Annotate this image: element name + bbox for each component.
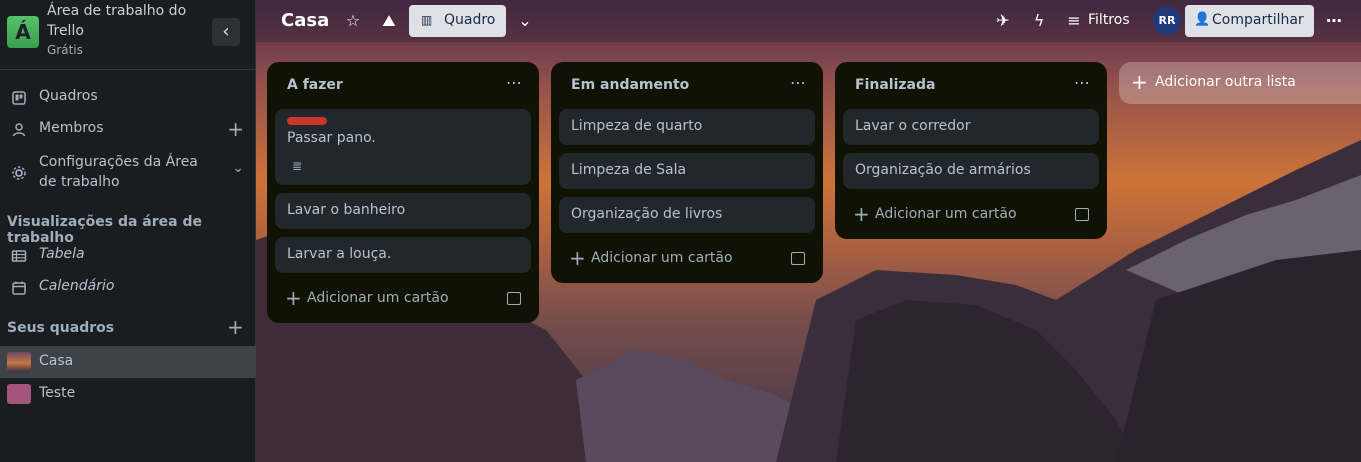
table-icon	[11, 250, 27, 262]
add-member-icon[interactable]: +	[227, 117, 244, 141]
plus-icon: +	[285, 286, 302, 310]
list-title[interactable]: A fazer	[287, 77, 343, 93]
add-card-label: Adicionar um cartão	[591, 250, 733, 266]
card-template-icon[interactable]	[1075, 208, 1089, 221]
sidebar-board-teste[interactable]: Teste	[0, 378, 256, 410]
board-thumbnail	[7, 384, 31, 404]
card[interactable]: Lavar o corredor	[843, 109, 1099, 145]
filters-button[interactable]: Filtros	[1088, 12, 1130, 28]
sidebar-item-label: Configurações da Área de trabalho	[39, 154, 198, 190]
sidebar-item-membros[interactable]: Membros +	[0, 114, 256, 146]
card-label-red[interactable]	[287, 117, 327, 125]
person-icon: 👤	[1194, 12, 1211, 27]
view-switch-button[interactable]: ▥ Quadro	[409, 5, 506, 37]
sidebar-item-calendario[interactable]: Calendário	[0, 272, 256, 304]
card-title: Lavar o banheiro	[287, 202, 406, 218]
card-title: Limpeza de Sala	[571, 162, 687, 178]
card[interactable]: Limpeza de Sala	[559, 153, 815, 189]
card[interactable]: Lavar o banheiro	[275, 193, 531, 229]
chevron-down-icon[interactable]: ⌄	[514, 10, 536, 32]
card-title: Larvar a louça.	[287, 246, 392, 262]
board-label: Casa	[39, 353, 74, 369]
card-title: Organização de armários	[855, 162, 1031, 178]
collapse-sidebar-button[interactable]: ‹	[212, 18, 240, 46]
list-menu-icon[interactable]: ⋯	[506, 73, 523, 92]
chevron-left-icon: ‹	[222, 21, 230, 42]
chevron-down-icon[interactable]: ⌄	[232, 160, 244, 176]
board-title[interactable]: Casa	[281, 10, 329, 31]
add-board-icon[interactable]: +	[227, 315, 244, 339]
share-button[interactable]: 👤 Compartilhar	[1185, 5, 1314, 37]
card-title: Limpeza de quarto	[571, 118, 703, 134]
boards-section-title: Seus quadros	[7, 320, 115, 336]
sidebar-item-label: Calendário	[39, 278, 115, 294]
sidebar-item-tabela[interactable]: Tabela	[0, 240, 256, 272]
plus-icon: +	[569, 246, 586, 270]
card-title: Lavar o corredor	[855, 118, 971, 134]
card-template-icon[interactable]	[507, 292, 521, 305]
list-title[interactable]: Em andamento	[571, 77, 689, 93]
card-title: Organização de livros	[571, 206, 723, 222]
card[interactable]: Limpeza de quarto	[559, 109, 815, 145]
list-em-andamento: Em andamento ⋯ Limpeza de quarto Limpeza…	[551, 62, 823, 283]
board-thumbnail	[7, 352, 31, 372]
card[interactable]: Organização de armários	[843, 153, 1099, 189]
workspace-visible-icon[interactable]: ⛰	[378, 10, 400, 32]
add-card-label: Adicionar um cartão	[875, 206, 1017, 222]
sidebar-item-label: Tabela	[39, 246, 85, 262]
card[interactable]: Organização de livros	[559, 197, 815, 233]
card-template-icon[interactable]	[791, 252, 805, 265]
card[interactable]: Larvar a louça.	[275, 237, 531, 273]
sidebar-item-label: Quadros	[39, 88, 98, 104]
board-icon	[12, 91, 26, 105]
sidebar-item-label: Membros	[39, 120, 104, 136]
sidebar-item-configuracoes[interactable]: Configurações da Área de trabalho ⌄	[0, 152, 256, 194]
more-options-icon[interactable]: ⋯	[1323, 10, 1345, 32]
list-finalizada: Finalizada ⋯ Lavar o corredor Organizaçã…	[835, 62, 1107, 239]
board-header: Casa ☆ ⛰ ▥ Quadro ⌄ ✈ ϟ ≡ Filtros RR 👤 C…	[256, 0, 1361, 42]
sidebar-item-quadros[interactable]: Quadros	[0, 82, 256, 114]
list-menu-icon[interactable]: ⋯	[1074, 73, 1091, 92]
plus-icon: +	[1131, 70, 1148, 94]
workspace-logo[interactable]: Á	[7, 16, 39, 48]
add-list-button[interactable]: + Adicionar outra lista	[1119, 62, 1361, 104]
board-view-icon: ▥	[421, 13, 433, 27]
calendar-icon	[12, 281, 26, 295]
add-card-button[interactable]: + Adicionar um cartão	[275, 283, 531, 315]
board-label: Teste	[39, 385, 76, 401]
power-ups-icon[interactable]: ✈	[992, 10, 1014, 32]
card[interactable]: Passar pano. ≣	[275, 109, 531, 185]
sidebar-board-casa[interactable]: Casa	[0, 346, 256, 378]
card-title: Passar pano.	[287, 130, 376, 146]
list-menu-icon[interactable]: ⋯	[790, 73, 807, 92]
workspace-name[interactable]: Área de trabalho do Trello	[47, 1, 207, 41]
star-icon[interactable]: ☆	[342, 10, 364, 32]
add-card-label: Adicionar um cartão	[307, 290, 449, 306]
person-icon	[12, 123, 26, 137]
list-a-fazer: A fazer ⋯ Passar pano. ≣ Lavar o banheir…	[267, 62, 539, 323]
add-list-label: Adicionar outra lista	[1155, 74, 1296, 90]
add-card-button[interactable]: + Adicionar um cartão	[559, 243, 815, 275]
board-canvas: Casa ☆ ⛰ ▥ Quadro ⌄ ✈ ϟ ≡ Filtros RR 👤 C…	[256, 0, 1361, 462]
gear-icon	[12, 166, 26, 180]
filter-icon[interactable]: ≡	[1063, 10, 1085, 32]
list-title[interactable]: Finalizada	[855, 77, 935, 93]
automation-icon[interactable]: ϟ	[1028, 10, 1050, 32]
workspace-header: Á Área de trabalho do Trello Grátis ‹	[0, 0, 256, 70]
share-label: Compartilhar	[1212, 12, 1304, 28]
workspace-plan: Grátis	[47, 43, 83, 57]
avatar[interactable]: RR	[1153, 7, 1181, 35]
description-icon: ≣	[292, 159, 303, 173]
view-label: Quadro	[444, 12, 496, 28]
add-card-button[interactable]: + Adicionar um cartão	[843, 199, 1099, 231]
workspace-sidebar: Á Área de trabalho do Trello Grátis ‹ Qu…	[0, 0, 256, 462]
plus-icon: +	[853, 202, 870, 226]
